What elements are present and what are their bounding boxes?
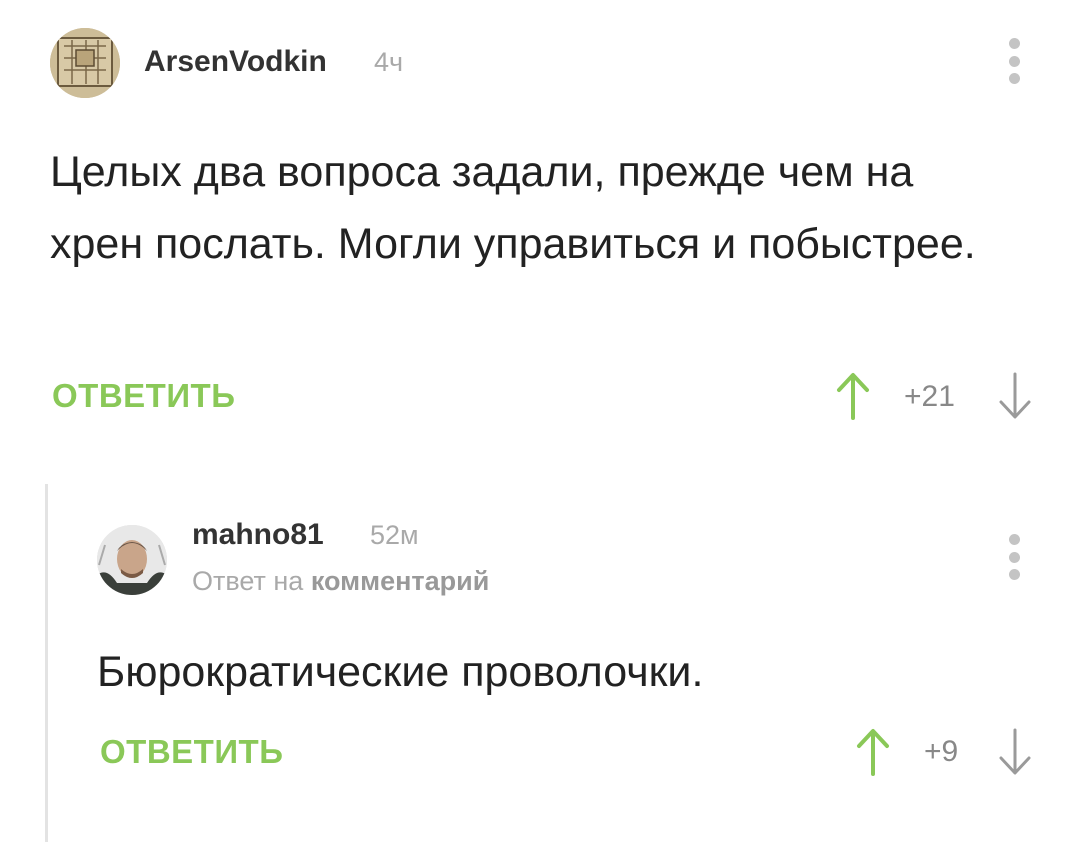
- reply-to: Ответ на комментарий: [192, 566, 489, 597]
- comment-rating: +9: [924, 735, 959, 768]
- reply-to-link[interactable]: комментарий: [311, 566, 490, 596]
- more-options-button[interactable]: [1007, 534, 1021, 580]
- arrow-up-icon[interactable]: [856, 728, 890, 776]
- comment-time: 52м: [370, 520, 419, 550]
- comment: mahno81 52м Ответ на комментарий Бюрокра…: [0, 0, 1076, 864]
- more-vertical-icon: [1008, 534, 1020, 545]
- comment-text: Бюрократические проволочки.: [97, 648, 704, 696]
- arrow-down-icon[interactable]: [998, 728, 1032, 776]
- avatar[interactable]: [97, 525, 167, 595]
- reply-button[interactable]: ОТВЕТИТЬ: [100, 733, 283, 771]
- author-name[interactable]: mahno81: [192, 518, 324, 552]
- reply-to-prefix: Ответ на: [192, 566, 304, 596]
